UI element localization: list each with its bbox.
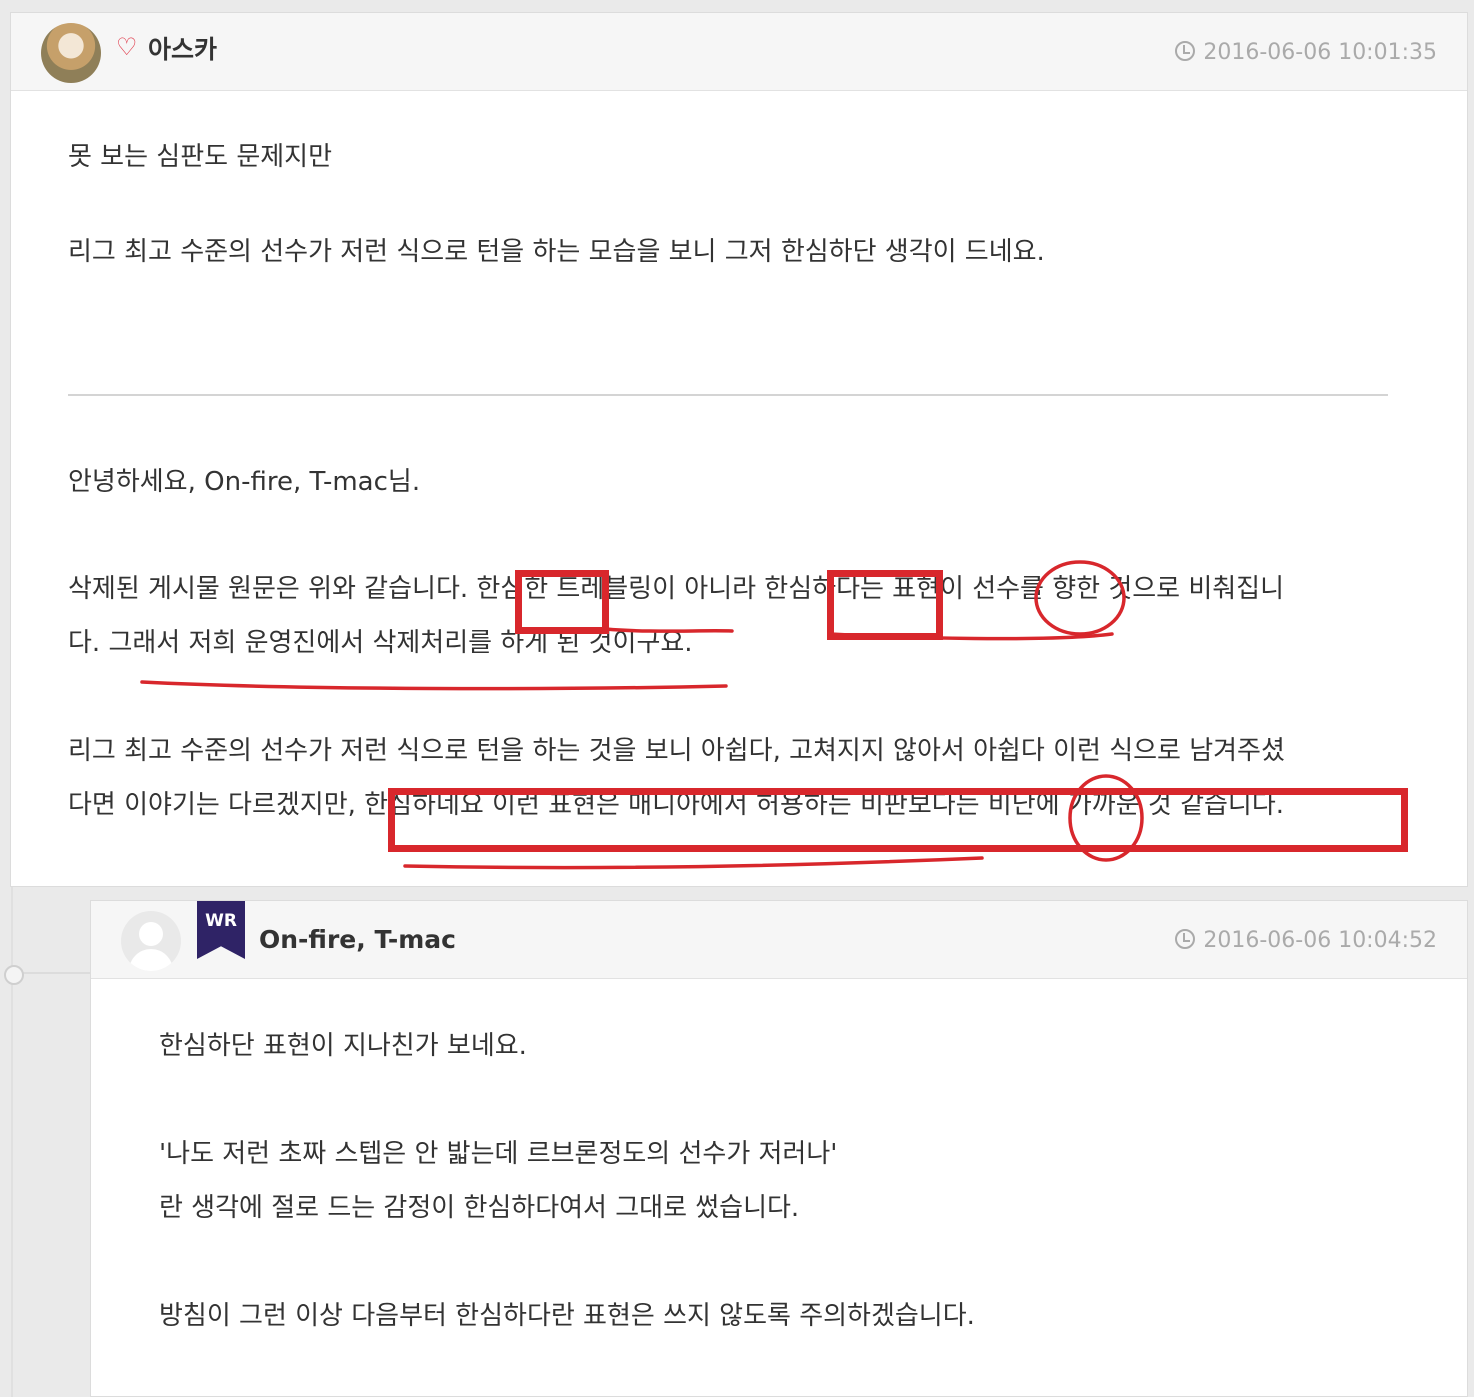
reply-paragraph-2: 삭제된 게시물 원문은 위와 같습니다. 한심한 트레블링이 아니라 한심하다는… [68,562,1284,670]
reply-text-paragraph-2: '나도 저런 초짜 스텝은 안 밟는데 르브론정도의 선수가 저러나' 란 생각… [159,1127,837,1235]
reply-timestamp: 2016-06-06 10:04:52 [1175,929,1437,952]
divider [68,394,1388,396]
comment-timestamp: 2016-06-06 10:01:35 [1175,41,1437,64]
thread-line [11,887,13,1397]
reply-text-line-3: 란 생각에 절로 드는 감정이 한심하다여서 그대로 썼습니다. [159,1193,800,1223]
heart-icon: ♡ [116,33,138,61]
comment-timestamp-text: 2016-06-06 10:01:35 [1203,40,1437,65]
annotation-box-2 [827,570,943,640]
reply-line-4: 리그 최고 수준의 선수가 저런 식으로 턴을 하는 것을 보니 아쉽다, 고쳐… [68,736,1285,766]
annotation-box-3 [388,788,1408,852]
quoted-line-2: 리그 최고 수준의 선수가 저런 식으로 턴을 하는 모습을 보니 그저 한심하… [68,237,1045,267]
annotation-box-1 [515,570,609,634]
reply-line-2: 삭제된 게시물 원문은 위와 같습니다. 한심한 트레블링이 아니라 한심하다는… [68,574,1285,604]
reply-line-1: 안녕하세요, On-fire, T-mac님. [68,467,421,497]
writer-badge: WR [197,901,245,959]
clock-icon [1175,41,1196,61]
comment-author[interactable]: 아스카 [148,37,217,62]
reply-line-3: 다. 그래서 저희 운영진에서 삭제처리를 하게 된 것이구요. [68,628,693,658]
reply-author[interactable]: On-fire, T-mac [259,927,456,952]
reply-timestamp-text: 2016-06-06 10:04:52 [1203,928,1437,953]
quoted-line-1: 못 보는 심판도 문제지만 [68,142,332,172]
reply-text-line-2: '나도 저런 초짜 스텝은 안 밟는데 르브론정도의 선수가 저러나' [159,1139,838,1169]
default-avatar-icon[interactable] [121,911,181,971]
thread-connector [16,972,90,974]
reply-card: WR On-fire, T-mac 2016-06-06 10:04:52 한심… [90,900,1468,1397]
avatar[interactable] [41,23,101,83]
clock-icon [1175,929,1196,949]
comment-header: ♡ 아스카 2016-06-06 10:01:35 [11,13,1467,91]
reply-text-line-4: 방침이 그런 이상 다음부터 한심하다란 표현은 쓰지 않도록 주의하겠습니다. [159,1301,975,1331]
reply-header: WR On-fire, T-mac 2016-06-06 10:04:52 [91,901,1467,979]
reply-text-line-1: 한심하단 표현이 지나친가 보네요. [159,1031,527,1061]
thread-node-icon [4,965,24,985]
